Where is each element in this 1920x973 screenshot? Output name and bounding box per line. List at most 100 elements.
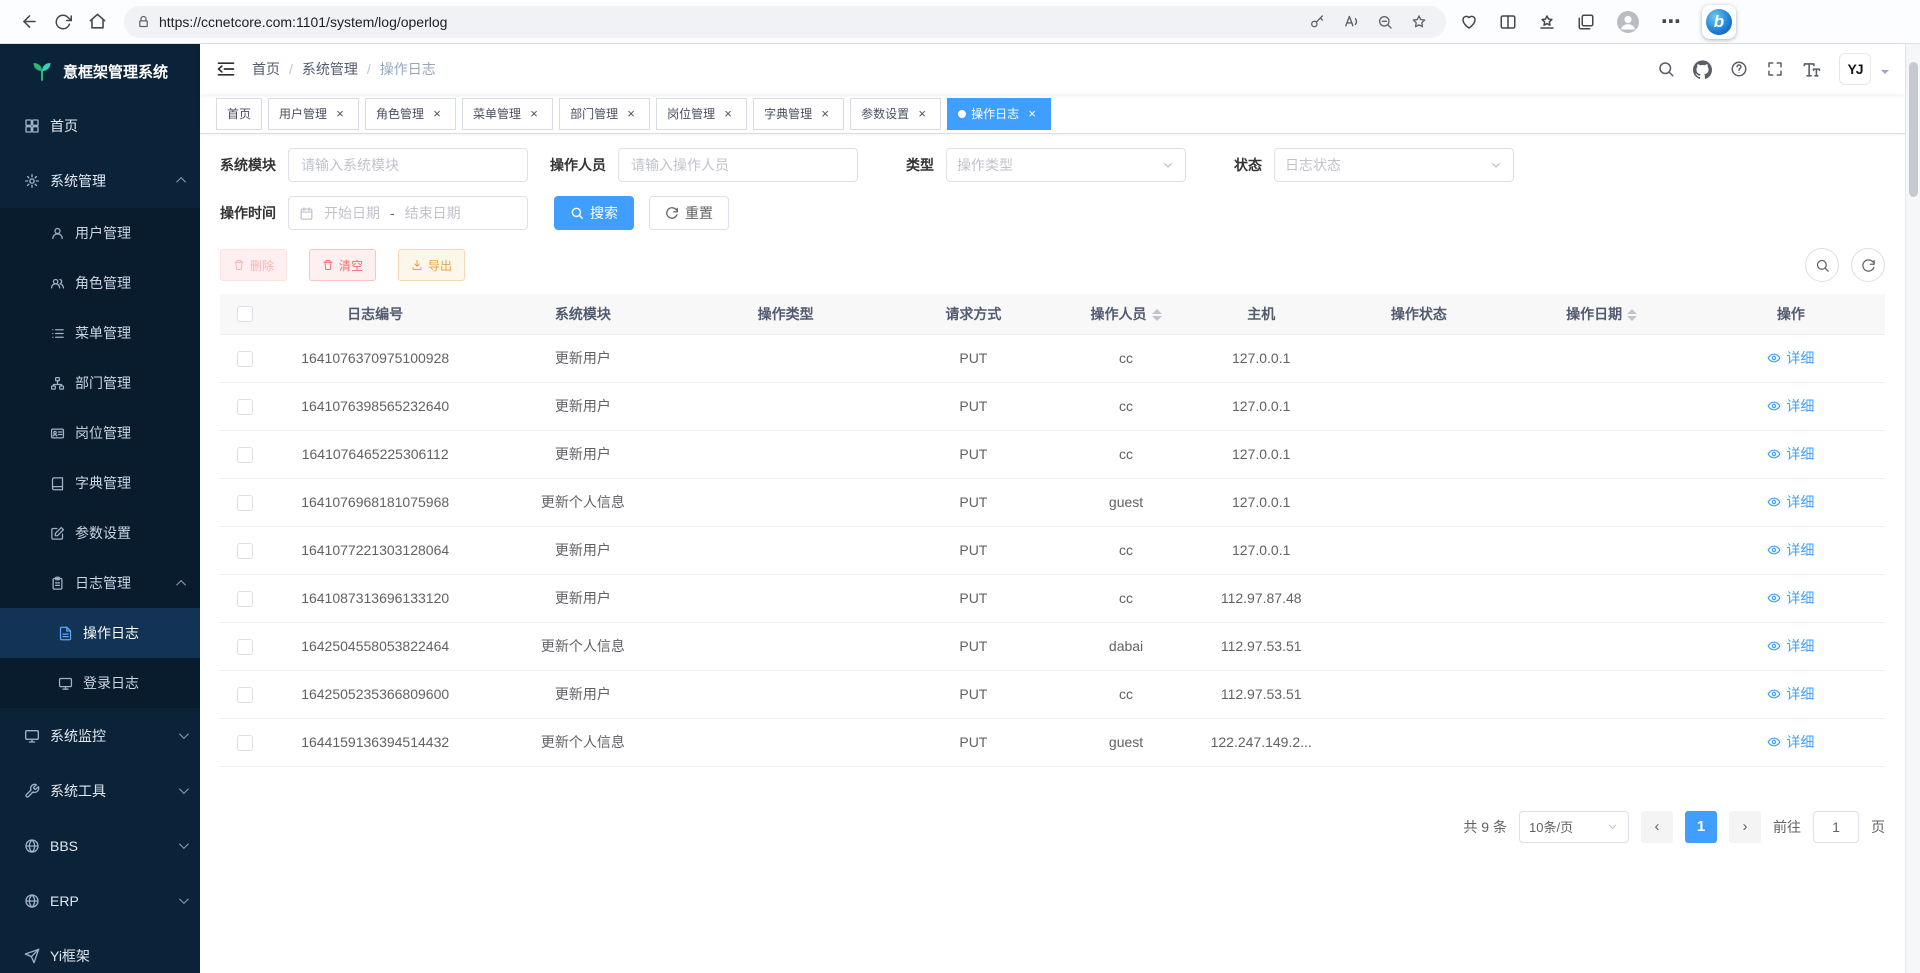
home-button[interactable]	[80, 5, 114, 39]
sidebar-fold-icon[interactable]	[216, 59, 236, 79]
sidebar-item-erp[interactable]: ERP	[0, 873, 200, 928]
toggle-search-button[interactable]	[1805, 248, 1839, 282]
sidebar-item-post-management[interactable]: 岗位管理	[0, 408, 200, 458]
fullscreen-icon[interactable]	[1766, 60, 1784, 78]
password-key-icon[interactable]	[1302, 7, 1332, 37]
row-checkbox[interactable]	[237, 399, 253, 415]
add-favorite-icon[interactable]	[1404, 7, 1434, 37]
tab[interactable]: 参数设置 ×	[850, 98, 941, 130]
operator-input[interactable]	[618, 148, 858, 182]
url-bar[interactable]: https://ccnetcore.com:1101/system/log/op…	[124, 6, 1446, 38]
detail-link[interactable]: 详细	[1767, 348, 1814, 368]
help-icon[interactable]	[1730, 60, 1748, 78]
row-checkbox[interactable]	[237, 543, 253, 559]
tab[interactable]: 字典管理 ×	[753, 98, 844, 130]
search-button[interactable]: 搜索	[554, 196, 634, 230]
close-icon[interactable]: ×	[1024, 106, 1040, 122]
sidebar-item-menu-management[interactable]: 菜单管理	[0, 308, 200, 358]
detail-link[interactable]: 详细	[1767, 444, 1814, 464]
module-input[interactable]	[288, 148, 528, 182]
sidebar-item-system-monitor[interactable]: 系统监控	[0, 708, 200, 763]
sidebar-item-dept-management[interactable]: 部门管理	[0, 358, 200, 408]
refresh-button[interactable]	[46, 5, 80, 39]
search-icon[interactable]	[1657, 60, 1675, 78]
sidebar-item-role-management[interactable]: 角色管理	[0, 258, 200, 308]
detail-link[interactable]: 详细	[1767, 492, 1814, 512]
row-checkbox[interactable]	[237, 639, 253, 655]
status-select[interactable]: 日志状态	[1274, 148, 1514, 182]
tab[interactable]: 部门管理 ×	[559, 98, 650, 130]
sidebar-item-home[interactable]: 首页	[0, 98, 200, 153]
next-page-button[interactable]: ›	[1729, 811, 1761, 843]
sort-icons[interactable]	[1152, 309, 1162, 321]
sidebar-item-system-tools[interactable]: 系统工具	[0, 763, 200, 818]
detail-link[interactable]: 详细	[1767, 396, 1814, 416]
sidebar-item-user-management[interactable]: 用户管理	[0, 208, 200, 258]
close-icon[interactable]: ×	[914, 106, 930, 122]
scrollbar-thumb[interactable]	[1909, 62, 1918, 197]
breadcrumb-home[interactable]: 首页	[252, 59, 280, 79]
row-checkbox[interactable]	[237, 447, 253, 463]
read-aloud-icon[interactable]	[1336, 7, 1366, 37]
clear-button[interactable]: 清空	[309, 249, 376, 281]
page-size-select[interactable]: 10条/页	[1519, 811, 1629, 843]
detail-link[interactable]: 详细	[1767, 732, 1814, 752]
row-checkbox[interactable]	[237, 687, 253, 703]
github-icon[interactable]	[1693, 60, 1712, 79]
prev-page-button[interactable]: ‹	[1641, 811, 1673, 843]
type-select[interactable]: 操作类型	[946, 148, 1186, 182]
reset-button[interactable]: 重置	[649, 196, 729, 230]
detail-link[interactable]: 详细	[1767, 636, 1814, 656]
sidebar-item-yi-framework[interactable]: Yi框架	[0, 928, 200, 973]
sidebar-item-system-management[interactable]: 系统管理	[0, 153, 200, 208]
favorites-bar-icon[interactable]	[1538, 13, 1556, 31]
profile-avatar[interactable]	[1616, 10, 1640, 34]
tab[interactable]: 用户管理 ×	[268, 98, 359, 130]
close-icon[interactable]: ×	[526, 106, 542, 122]
font-size-icon[interactable]	[1802, 60, 1821, 79]
row-checkbox[interactable]	[237, 351, 253, 367]
tab[interactable]: 操作日志 ×	[947, 98, 1051, 130]
close-icon[interactable]: ×	[720, 106, 736, 122]
detail-link[interactable]: 详细	[1767, 540, 1814, 560]
zoom-indicator-icon[interactable]	[1370, 7, 1400, 37]
sidebar-item-log-management[interactable]: 日志管理	[0, 558, 200, 608]
sort-icons[interactable]	[1627, 309, 1637, 321]
row-checkbox[interactable]	[237, 735, 253, 751]
user-avatar[interactable]: YJ	[1839, 53, 1871, 85]
close-icon[interactable]: ×	[817, 106, 833, 122]
detail-link[interactable]: 详细	[1767, 588, 1814, 608]
split-screen-icon[interactable]	[1499, 13, 1517, 31]
page-scrollbar[interactable]	[1905, 44, 1920, 973]
select-all-checkbox[interactable]	[237, 306, 253, 322]
close-icon[interactable]: ×	[332, 106, 348, 122]
browser-essentials-icon[interactable]	[1460, 13, 1478, 31]
tab[interactable]: 菜单管理 ×	[462, 98, 553, 130]
date-range-picker[interactable]: 开始日期 - 结束日期	[288, 196, 528, 230]
tab[interactable]: 岗位管理 ×	[656, 98, 747, 130]
more-menu-icon[interactable]: ⋯	[1661, 9, 1681, 34]
export-button[interactable]: 导出	[398, 249, 465, 281]
row-checkbox[interactable]	[237, 591, 253, 607]
col-date[interactable]: 操作日期	[1506, 294, 1696, 334]
delete-button[interactable]: 删除	[220, 249, 287, 281]
sidebar-item-login-log[interactable]: 登录日志	[0, 658, 200, 708]
sidebar-item-bbs[interactable]: BBS	[0, 818, 200, 873]
breadcrumb-system[interactable]: 系统管理	[302, 59, 358, 79]
row-checkbox[interactable]	[237, 495, 253, 511]
copilot-bing-icon[interactable]: b	[1702, 5, 1736, 39]
close-icon[interactable]: ×	[429, 106, 445, 122]
back-button[interactable]	[12, 5, 46, 39]
collections-icon[interactable]	[1577, 13, 1595, 31]
sidebar-item-operation-log[interactable]: 操作日志	[0, 608, 200, 658]
refresh-table-button[interactable]	[1851, 248, 1885, 282]
detail-link[interactable]: 详细	[1767, 684, 1814, 704]
tab[interactable]: 角色管理 ×	[365, 98, 456, 130]
page-1-button[interactable]: 1	[1685, 811, 1717, 843]
tab[interactable]: 首页	[216, 98, 262, 130]
goto-page-input[interactable]	[1813, 811, 1859, 843]
close-icon[interactable]: ×	[623, 106, 639, 122]
col-operator[interactable]: 操作人员	[1061, 294, 1191, 334]
sidebar-item-param-settings[interactable]: 参数设置	[0, 508, 200, 558]
sidebar-item-dict-management[interactable]: 字典管理	[0, 458, 200, 508]
